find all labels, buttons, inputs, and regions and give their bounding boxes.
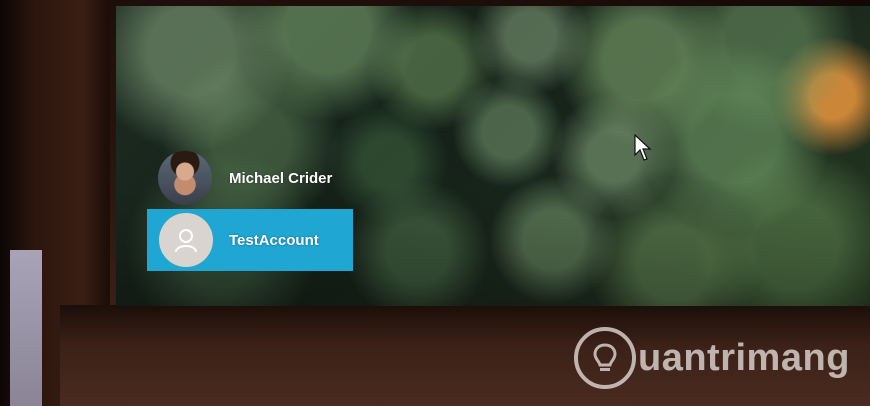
avatar [158,151,212,205]
watermark-text: uantrimang [638,336,850,379]
user-item-michael-crider[interactable]: Michael Crider [158,150,332,206]
background-wall-light [10,250,42,406]
user-name: Michael Crider [229,169,333,187]
watermark: uantrimang [574,326,850,390]
default-user-icon [159,213,213,267]
mouse-cursor-icon [634,134,652,161]
user-name: TestAccount [229,231,319,249]
lightbulb-icon [574,327,636,389]
user-item-testaccount[interactable]: TestAccount [147,209,353,271]
